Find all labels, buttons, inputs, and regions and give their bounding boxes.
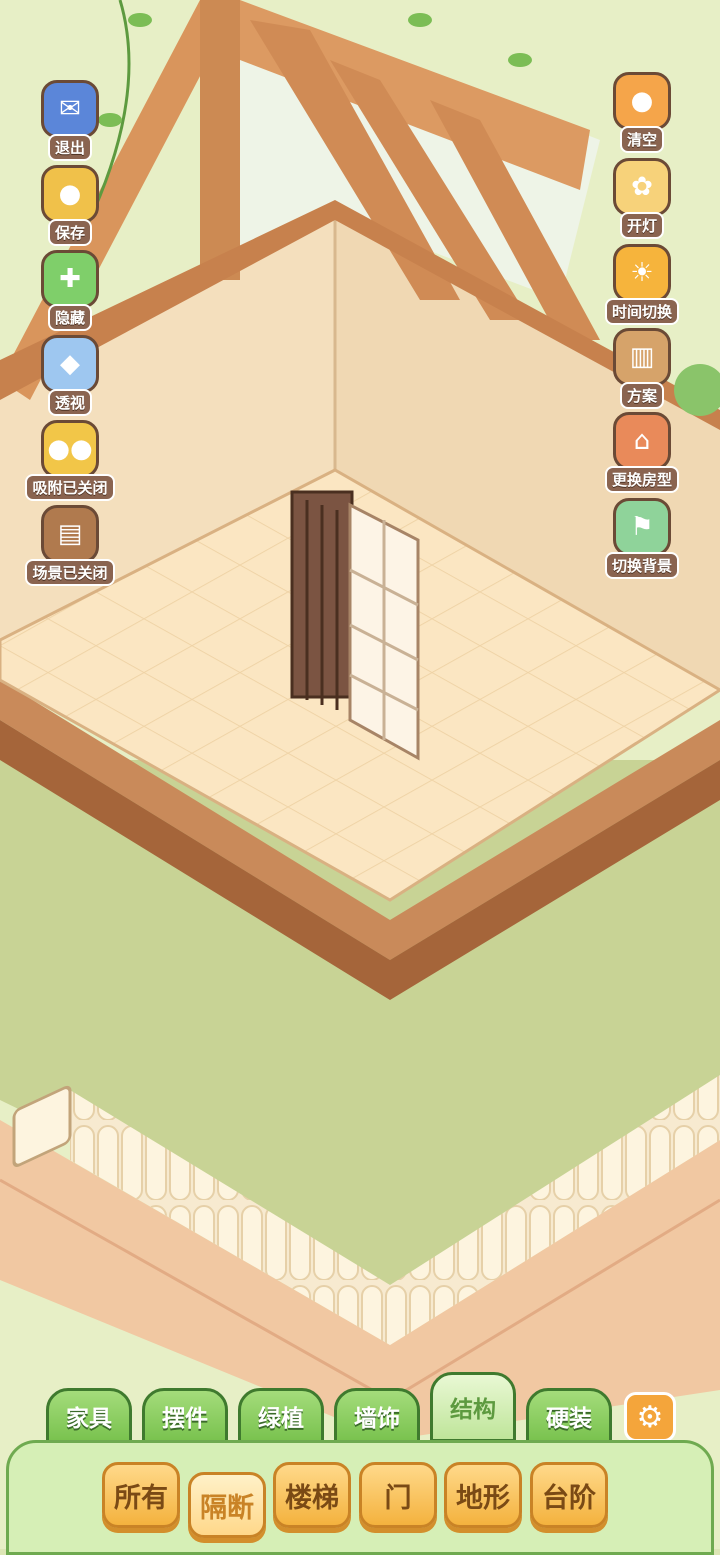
save-chick-icon: ● [41,165,99,223]
sun-moon-icon: ☀ [613,244,671,302]
tab-structure[interactable]: 结构 [430,1372,516,1442]
perspective-cube-icon: ◆ [41,335,99,393]
exit-mailbox-icon: ✉ [41,80,99,138]
tab-plants[interactable]: 绿植 [238,1388,324,1444]
plan-button[interactable]: ▥ 方案 [596,328,688,409]
background-flag-icon: ⚑ [613,498,671,556]
subcategory-all[interactable]: 所有 [102,1462,180,1528]
tab-hardware[interactable]: 硬装 [526,1388,612,1444]
clear-chick-icon: ● [613,72,671,130]
subcategory-stairs[interactable]: 楼梯 [273,1462,351,1528]
light-bow-icon: ✿ [613,158,671,216]
snap-toggle-button[interactable]: ●● 吸附已关闭 [24,420,116,501]
subcategory-terrain[interactable]: 地形 [444,1462,522,1528]
clear-button[interactable]: ● 清空 [596,72,688,153]
time-switch-button[interactable]: ☀ 时间切换 [596,244,688,325]
perspective-button[interactable]: ◆ 透视 [24,335,116,416]
scene-crate-icon: ▤ [41,505,99,563]
subcategory-steps[interactable]: 台阶 [530,1462,608,1528]
hide-button[interactable]: ✚ 隐藏 [24,250,116,331]
scene-toggle-button[interactable]: ▤ 场景已关闭 [24,505,116,586]
exit-button[interactable]: ✉ 退出 [24,80,116,161]
snap-chicks-icon: ●● [41,420,99,478]
tab-furniture[interactable]: 家具 [46,1388,132,1444]
subcategory-partition[interactable]: 隔断 [188,1472,266,1538]
house-icon: ⌂ [613,412,671,470]
change-room-button[interactable]: ⌂ 更换房型 [596,412,688,493]
settings-button[interactable]: ⚙ [624,1392,676,1442]
save-button[interactable]: ● 保存 [24,165,116,246]
gear-icon: ⚙ [636,1399,664,1435]
subcategory-door[interactable]: 门 [359,1462,437,1528]
hide-puzzle-icon: ✚ [41,250,99,308]
light-button[interactable]: ✿ 开灯 [596,158,688,239]
change-background-button[interactable]: ⚑ 切换背景 [596,498,688,579]
tab-ornaments[interactable]: 摆件 [142,1388,228,1444]
tab-wall-decor[interactable]: 墙饰 [334,1388,420,1444]
plan-panels-icon: ▥ [613,328,671,386]
